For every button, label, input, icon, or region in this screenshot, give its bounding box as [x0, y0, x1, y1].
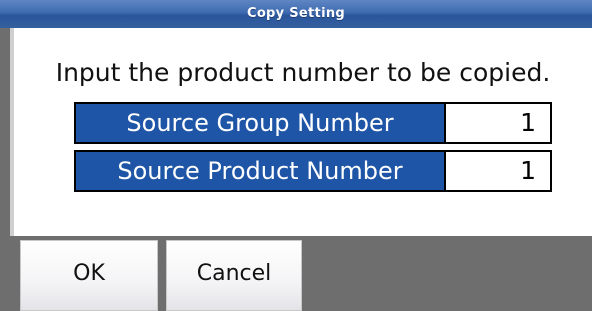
source-product-number-field[interactable]: 1 — [444, 152, 550, 190]
left-frame — [0, 28, 10, 311]
dialog-content: Input the product number to be copied. S… — [14, 28, 592, 236]
source-product-number-row: Source Product Number 1 — [74, 150, 552, 192]
instruction-text: Input the product number to be copied. — [55, 58, 551, 87]
cancel-button[interactable]: Cancel — [166, 240, 302, 311]
source-group-number-row: Source Group Number 1 — [74, 102, 552, 144]
source-group-number-field[interactable]: 1 — [444, 104, 550, 142]
button-bar: OK Cancel — [10, 236, 592, 311]
title-bar: Copy Setting — [0, 0, 592, 28]
dialog-title: Copy Setting — [246, 6, 345, 21]
source-group-number-label: Source Group Number — [76, 104, 444, 142]
source-product-number-label: Source Product Number — [76, 152, 444, 190]
copy-setting-dialog: Copy Setting Input the product number to… — [0, 0, 592, 311]
ok-button[interactable]: OK — [20, 240, 158, 311]
